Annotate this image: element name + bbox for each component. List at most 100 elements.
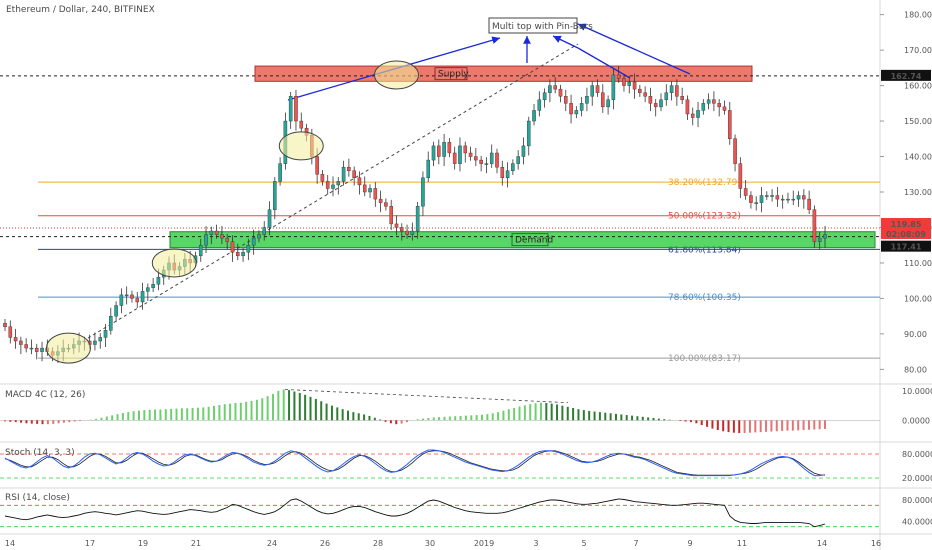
time-tick-label: 19	[138, 539, 148, 548]
candle-body	[511, 163, 515, 171]
time-tick-label: 3	[533, 539, 538, 548]
candle-body	[569, 103, 573, 115]
candle-body	[415, 205, 420, 232]
time-tick-label: 26	[320, 539, 330, 548]
candle-body	[198, 245, 203, 257]
candle-body	[299, 120, 304, 129]
stochastic-panel: 80.0000 20.0000	[0, 449, 932, 483]
time-tick-label: 28	[373, 539, 383, 548]
candle-body	[484, 163, 489, 165]
candle-body	[431, 145, 436, 161]
time-tick-label: 16	[871, 539, 881, 548]
candle-body	[426, 159, 431, 179]
candle-body	[421, 177, 425, 207]
candle-body	[463, 145, 468, 154]
candle-body	[532, 110, 536, 122]
candle-body	[770, 195, 774, 197]
candle-body	[812, 209, 817, 242]
candle-body	[601, 92, 605, 108]
candle-body	[214, 230, 219, 235]
macd-label: MACD 4C (12, 26)	[5, 390, 85, 400]
candle-body	[685, 99, 690, 115]
candle-body	[616, 74, 621, 79]
rsi-tick-label: 80.0000	[902, 496, 932, 505]
candle-body	[389, 205, 393, 225]
candle-body	[802, 195, 806, 200]
candle-body	[93, 340, 97, 345]
candle-body	[563, 96, 568, 104]
candle-body	[722, 106, 727, 111]
candle-body	[675, 85, 679, 97]
candle-body	[410, 230, 415, 235]
candle-body	[548, 85, 552, 93]
candle-body	[320, 174, 325, 182]
candle-body	[786, 198, 790, 201]
stoch-label: Stoch (14, 3, 3)	[5, 448, 75, 458]
candle-body	[680, 96, 684, 100]
price-axis[interactable]: 80.0090.00100.00110.00120.00130.00140.00…	[880, 11, 932, 375]
candle-body	[664, 92, 669, 100]
candle-body	[775, 195, 780, 200]
candle-body	[468, 152, 473, 157]
candle-body	[151, 284, 155, 288]
candle-body	[690, 113, 695, 118]
candle-body	[611, 74, 616, 100]
supply-demand-zones: Supply Demand	[169, 65, 876, 249]
candle-body	[220, 234, 224, 239]
candle-body	[579, 103, 584, 111]
candle-body	[114, 305, 118, 317]
candle-body	[754, 202, 759, 204]
candle-body	[336, 181, 341, 186]
price-tick-label: 130.00	[904, 188, 932, 197]
candle-body	[246, 245, 251, 253]
candle-body	[743, 188, 748, 196]
fib-label: 50.00%(123.32)	[668, 212, 741, 222]
fib-label: 100.00%(83.17)	[668, 354, 741, 364]
candle-body	[632, 81, 637, 90]
candle-body	[653, 103, 658, 108]
chart-title: Ethereum / Dollar, 240, BITFINEX	[6, 5, 155, 15]
candle-body	[225, 237, 229, 242]
candle-body	[526, 120, 531, 147]
time-tick-label: 30	[425, 539, 435, 548]
candle-body	[659, 99, 663, 108]
candle-body	[230, 241, 235, 253]
demand-label: Demand	[515, 236, 553, 246]
candle-body	[241, 252, 245, 257]
candle-body	[130, 294, 134, 299]
rsi-line	[4, 498, 826, 528]
time-tick-label: 7	[633, 539, 638, 548]
candle-body	[648, 96, 653, 104]
price-tick-label: 160.00	[904, 82, 932, 91]
time-tick-label: 17	[85, 539, 95, 548]
candle-body	[331, 184, 335, 189]
highlight-ellipse	[278, 131, 324, 161]
candle-body	[341, 166, 346, 182]
candle-body	[437, 145, 441, 157]
annotation-arrow	[552, 35, 579, 49]
candle-body	[791, 198, 796, 201]
time-tick-label: 21	[191, 539, 201, 548]
fib-label: 78.60%(100.35)	[668, 293, 741, 303]
time-tick-label: 11	[737, 539, 747, 548]
candle-body	[796, 195, 801, 200]
candle-body	[458, 145, 462, 164]
highlight-ellipse	[373, 60, 419, 90]
candle-body	[574, 110, 579, 115]
candle-body	[780, 198, 785, 201]
time-axis[interactable]: 14 17 19 21 24 26 28 30 2019 3 5 7 9 11 14 16	[5, 539, 881, 548]
candle-body	[262, 227, 267, 235]
highlight-ellipses	[45, 60, 419, 364]
price-tick-label: 170.00	[904, 46, 932, 55]
candle-body	[251, 237, 256, 246]
macd-divergence-line	[284, 389, 569, 404]
price-chart[interactable]: Ethereum / Dollar, 240, BITFINEX 38.20%(…	[0, 0, 932, 550]
price-tick-label: 90.00	[904, 330, 927, 339]
candle-body	[278, 163, 282, 182]
candle-body	[3, 323, 7, 327]
candle-body	[495, 152, 499, 168]
candle-body	[669, 85, 674, 93]
annotation-text: Multi top with Pin-Bars	[492, 22, 593, 32]
candle-body	[135, 298, 140, 303]
macd-tick-label: 0.0000	[902, 416, 930, 425]
